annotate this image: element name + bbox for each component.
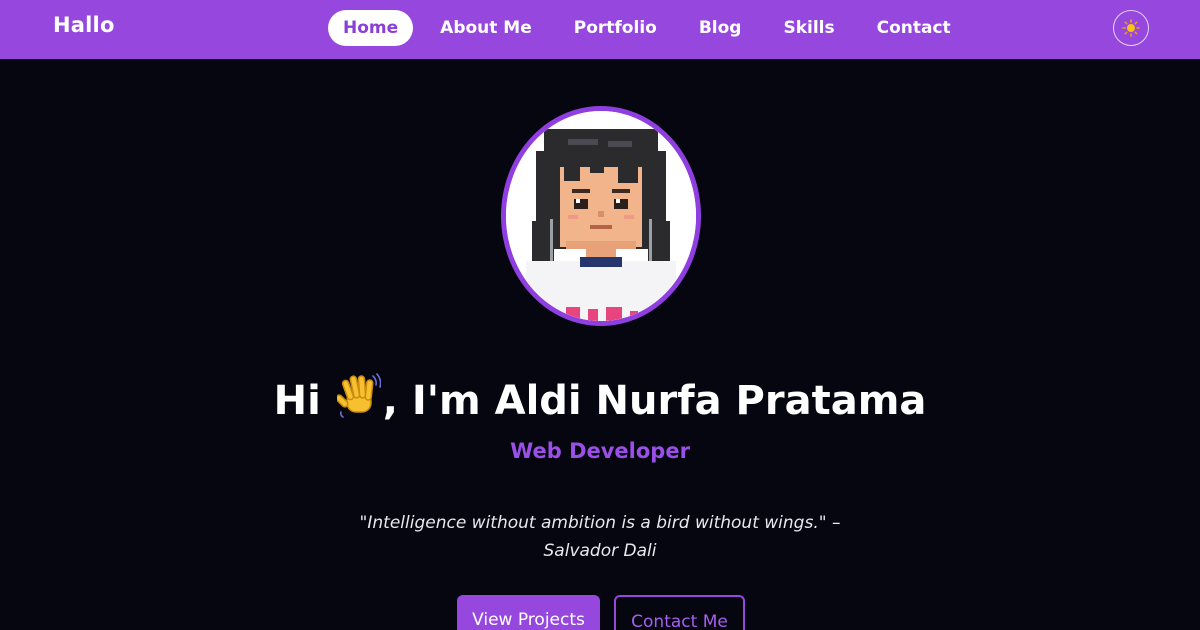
quote-author: Salvador Dali: [543, 541, 657, 561]
theme-toggle-button[interactable]: [1113, 10, 1149, 46]
greeting-prefix: Hi: [273, 378, 321, 424]
hero-quote: "Intelligence without ambition is a bird…: [350, 509, 850, 565]
nav-link-blog[interactable]: Blog: [684, 10, 757, 46]
pixel-art-portrait: [506, 111, 696, 321]
contact-me-button[interactable]: Contact Me: [614, 595, 745, 630]
nav-links: Home About Me Portfolio Blog Skills Cont…: [328, 10, 978, 46]
quote-text: "Intelligence without ambition is a bird…: [359, 513, 841, 533]
sun-icon: [1122, 19, 1140, 37]
brand-logo[interactable]: Hallo: [53, 13, 115, 37]
view-projects-button[interactable]: View Projects: [457, 595, 600, 630]
nav-link-skills[interactable]: Skills: [768, 10, 849, 46]
hero-role: Web Developer: [510, 439, 690, 463]
profile-avatar: [501, 106, 701, 326]
nav-link-portfolio[interactable]: Portfolio: [559, 10, 672, 46]
greeting-name: , I'm Aldi Nurfa Pratama: [382, 378, 927, 424]
hero-heading: Hi , I'm Aldi Nurfa Pratama: [0, 372, 1200, 428]
navbar: Hallo Home About Me Portfolio Blog Skill…: [0, 0, 1200, 59]
waving-hand-icon: [335, 372, 382, 428]
nav-link-about-me[interactable]: About Me: [425, 10, 547, 46]
nav-link-contact[interactable]: Contact: [862, 10, 966, 46]
nav-link-home[interactable]: Home: [328, 10, 414, 46]
